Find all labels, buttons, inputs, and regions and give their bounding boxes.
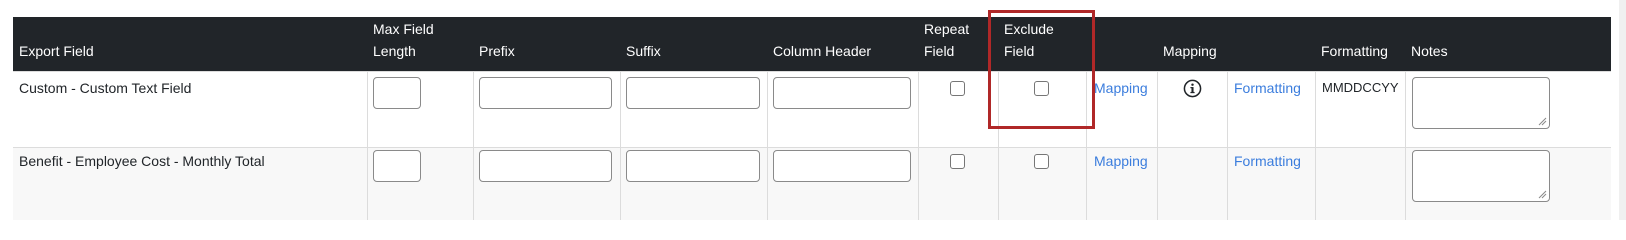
header-formatting: Formatting (1321, 43, 1388, 59)
max-field-length-input[interactable] (373, 150, 421, 182)
page-top-strip (0, 0, 1626, 17)
column-divider (367, 71, 368, 220)
column-divider (767, 71, 768, 220)
scrollbar-track[interactable] (1619, 0, 1626, 220)
column-divider (620, 71, 621, 220)
mapping-link[interactable]: Mapping (1094, 152, 1148, 170)
header-exclude-field: Exclude Field (1004, 21, 1054, 59)
formatting-value: MMDDCCYY (1322, 80, 1399, 95)
column-divider (918, 71, 919, 220)
column-divider (1227, 71, 1228, 220)
column-divider (998, 71, 999, 220)
prefix-input[interactable] (479, 77, 612, 109)
export-fields-table: Export Field Max Field Length Prefix Suff… (13, 17, 1611, 220)
prefix-input[interactable] (479, 150, 612, 182)
suffix-input[interactable] (626, 77, 760, 109)
repeat-field-checkbox[interactable] (950, 154, 965, 169)
column-divider (1315, 71, 1316, 220)
notes-textarea[interactable] (1412, 150, 1550, 202)
resize-grip-icon[interactable] (1538, 117, 1547, 126)
header-column-header: Column Header (773, 43, 872, 59)
formatting-link[interactable]: Formatting (1234, 79, 1301, 97)
header-export-field: Export Field (19, 43, 94, 59)
table-header-row: Export Field Max Field Length Prefix Suff… (13, 17, 1611, 71)
column-header-input[interactable] (773, 150, 911, 182)
export-field-name: Benefit - Employee Cost - Monthly Total (19, 153, 265, 169)
resize-grip-icon[interactable] (1538, 190, 1547, 199)
repeat-field-checkbox[interactable] (950, 81, 965, 96)
export-field-name: Custom - Custom Text Field (19, 80, 192, 96)
notes-textarea[interactable] (1412, 77, 1550, 129)
column-divider (1157, 71, 1158, 220)
header-repeat-field: Repeat Field (924, 21, 970, 59)
mapping-link[interactable]: Mapping (1094, 79, 1148, 97)
column-divider (1405, 71, 1406, 220)
suffix-input[interactable] (626, 150, 760, 182)
exclude-field-checkbox[interactable] (1034, 81, 1049, 96)
header-prefix: Prefix (479, 43, 515, 59)
header-max-field-length: Max Field Length (373, 21, 434, 59)
column-header-input[interactable] (773, 77, 911, 109)
exclude-field-checkbox[interactable] (1034, 154, 1049, 169)
max-field-length-input[interactable] (373, 77, 421, 109)
info-circle-icon[interactable] (1183, 79, 1202, 98)
header-mapping: Mapping (1163, 43, 1217, 59)
column-divider (1086, 71, 1087, 220)
header-suffix: Suffix (626, 43, 661, 59)
header-notes: Notes (1411, 43, 1448, 59)
formatting-link[interactable]: Formatting (1234, 152, 1301, 170)
column-divider (473, 71, 474, 220)
